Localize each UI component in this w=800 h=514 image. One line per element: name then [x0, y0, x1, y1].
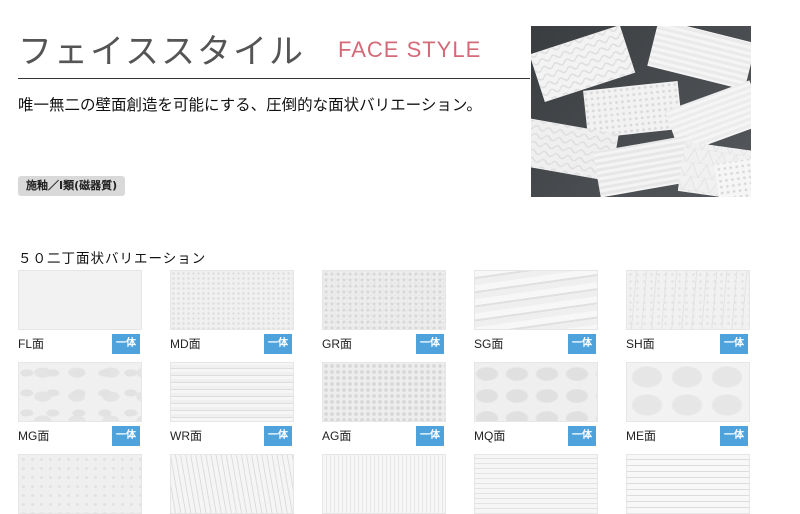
tile-swatch: [18, 454, 142, 514]
tile-label: SH面: [626, 337, 655, 351]
title-divider: [18, 78, 530, 79]
integrated-mark-badge: 一体: [264, 426, 292, 446]
integrated-mark-badge: 一体: [416, 334, 444, 354]
page-title: フェイススタイル: [18, 32, 305, 72]
integrated-mark-badge: 一体: [568, 426, 596, 446]
tile-swatch: [626, 362, 750, 422]
tile-card-row3-1[interactable]: [18, 454, 142, 514]
tile-swatch: [626, 454, 750, 514]
tile-card-gr[interactable]: GR面 一体: [322, 270, 446, 354]
section-title: ５０二丁面状バリエーション: [18, 251, 207, 267]
tile-label: AG面: [322, 429, 352, 443]
tile-card-md[interactable]: MD面 一体: [170, 270, 294, 354]
integrated-mark-badge: 一体: [720, 334, 748, 354]
tile-card-row3-2[interactable]: [170, 454, 294, 514]
tile-samples-photo: [531, 26, 751, 197]
tile-label: GR面: [322, 337, 353, 351]
category-badge: 施釉／Ⅰ類(磁器質): [18, 176, 126, 196]
tile-swatch: [18, 270, 142, 330]
tile-card-sh[interactable]: SH面 一体: [626, 270, 750, 354]
tile-label: WR面: [170, 429, 202, 443]
integrated-mark-badge: 一体: [112, 426, 140, 446]
tile-card-mg[interactable]: MG面 一体: [18, 362, 142, 446]
tile-swatch: [322, 362, 446, 422]
integrated-mark-badge: 一体: [568, 334, 596, 354]
tile-swatch: [474, 270, 598, 330]
tile-swatch: [322, 270, 446, 330]
tile-label: SG面: [474, 337, 504, 351]
tile-card-sg[interactable]: SG面 一体: [474, 270, 598, 354]
tile-swatch: [474, 362, 598, 422]
tile-swatch: [170, 362, 294, 422]
tile-card-me[interactable]: ME面 一体: [626, 362, 750, 446]
tile-label: MD面: [170, 337, 201, 351]
tile-swatch: [474, 454, 598, 514]
tile-swatch: [626, 270, 750, 330]
tile-label: MG面: [18, 429, 50, 443]
tile-card-fl[interactable]: FL面 一体: [18, 270, 142, 354]
tile-grid: FL面 一体 MD面 一体 GR面 一体 SG面 一体 SH面 一体 MG面 一…: [18, 270, 798, 514]
tagline: 唯一無二の壁面創造を可能にする、圧倒的な面状バリエーション。: [18, 96, 482, 114]
integrated-mark-badge: 一体: [720, 426, 748, 446]
integrated-mark-badge: 一体: [416, 426, 444, 446]
tile-swatch: [322, 454, 446, 514]
tile-swatch: [18, 362, 142, 422]
tile-swatch: [170, 270, 294, 330]
tile-label: ME面: [626, 429, 657, 443]
tile-label: MQ面: [474, 429, 506, 443]
tile-card-row3-4[interactable]: [474, 454, 598, 514]
tile-samples-illustration: [531, 26, 751, 197]
tile-card-ag[interactable]: AG面 一体: [322, 362, 446, 446]
page-title-english: FACE STYLE: [338, 37, 482, 62]
integrated-mark-badge: 一体: [264, 334, 292, 354]
tile-card-row3-5[interactable]: [626, 454, 750, 514]
tile-card-wr[interactable]: WR面 一体: [170, 362, 294, 446]
integrated-mark-badge: 一体: [112, 334, 140, 354]
tile-label: FL面: [18, 337, 45, 351]
tile-swatch: [170, 454, 294, 514]
tile-card-mq[interactable]: MQ面 一体: [474, 362, 598, 446]
tile-card-row3-3[interactable]: [322, 454, 446, 514]
